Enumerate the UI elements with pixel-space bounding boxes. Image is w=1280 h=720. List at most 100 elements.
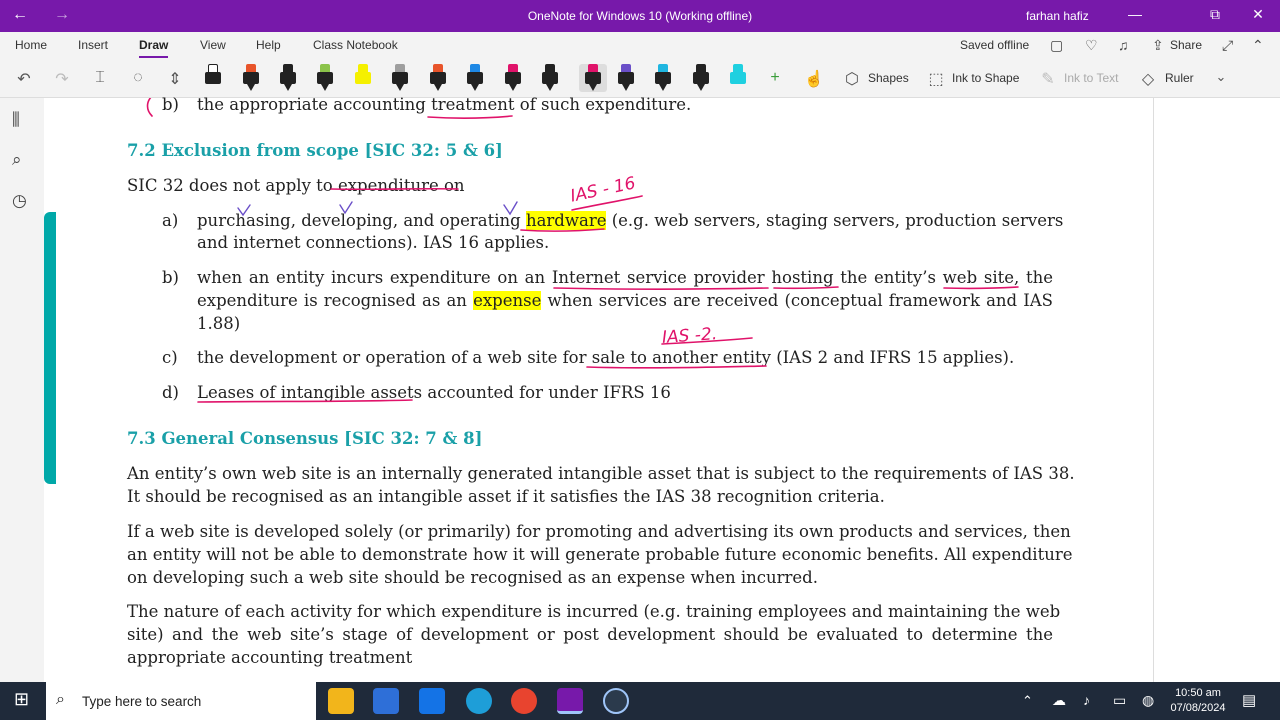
pen-icon[interactable] <box>242 64 260 92</box>
shapes-icon[interactable]: ⬡ <box>842 69 862 89</box>
pen-icon[interactable] <box>692 64 710 92</box>
ink-to-text-button: Ink to Text <box>1064 71 1119 85</box>
ink-annotation[interactable]: IAS -2. <box>661 324 717 348</box>
search-icon: ⌕ <box>56 691 65 708</box>
share-button[interactable]: Share <box>1170 38 1202 52</box>
pen-icon[interactable] <box>504 64 522 92</box>
pen-selected-icon[interactable] <box>579 64 607 92</box>
type-select-icon[interactable]: ⌶ <box>90 69 110 87</box>
pen-icon[interactable] <box>617 64 635 92</box>
lasso-select-icon[interactable]: ◌ <box>128 69 148 87</box>
cortana-icon[interactable] <box>603 688 629 714</box>
file-explorer-icon[interactable] <box>328 688 354 714</box>
tab-view[interactable]: View <box>200 38 226 52</box>
list-item-text: and internet connections). IAS 16 applie… <box>197 233 550 252</box>
store-icon[interactable] <box>373 688 399 714</box>
collapse-ribbon-icon[interactable]: ⌃ <box>1252 37 1264 54</box>
section-heading: 7.3 General Consensus [SIC 32: 7 & 8] <box>127 429 483 448</box>
edge-icon[interactable] <box>466 688 492 714</box>
user-name[interactable]: farhan hafiz <box>1026 9 1089 23</box>
list-item-text: expenditure is recognised as an expense … <box>197 291 1053 310</box>
minimize-icon[interactable]: — <box>1125 6 1145 22</box>
add-pen-icon[interactable]: + <box>765 69 785 87</box>
pencil-icon[interactable] <box>391 64 409 92</box>
title-bar: ← → OneNote for Windows 10 (Working offl… <box>0 0 1280 32</box>
ink-to-shape-button[interactable]: Ink to Shape <box>952 71 1019 85</box>
taskbar-search[interactable]: ⌕ Type here to search <box>46 682 316 720</box>
lightbulb-icon[interactable]: ♡ <box>1085 37 1098 54</box>
microphone-icon[interactable]: ♪ <box>1083 692 1090 708</box>
battery-icon[interactable]: ▭ <box>1113 692 1126 709</box>
restore-icon[interactable]: ⧉ <box>1205 6 1225 23</box>
clock-date: 07/08/2024 <box>1170 702 1226 714</box>
paragraph: An entity’s own web site is an internall… <box>127 464 1075 483</box>
ink-to-shape-icon[interactable]: ⬚ <box>926 69 946 89</box>
draw-toolbar: ↶ ↷ ⌶ ◌ ⇕ + ☝ ⬡ Shapes ⬚ Ink to Shape ✎ … <box>0 60 1280 98</box>
paragraph: an entity will not be able to demonstrat… <box>127 545 1073 564</box>
list-item-text: the appropriate accounting treatment of … <box>197 95 692 114</box>
windows-taskbar: ⊞ ⌕ Type here to search ⌃ ☁ ♪ ▭ ◍ 10:50 … <box>0 682 1280 720</box>
notebooks-icon[interactable]: ▢ <box>1050 37 1063 54</box>
paragraph: If a web site is developed solely (or pr… <box>127 522 1071 541</box>
pen-icon[interactable] <box>654 64 672 92</box>
pen-icon[interactable] <box>429 64 447 92</box>
chrome-icon[interactable] <box>511 688 537 714</box>
paragraph: site) and the web site’s stage of develo… <box>127 625 1053 644</box>
tab-draw[interactable]: Draw <box>139 38 169 58</box>
windows-start-icon[interactable]: ⊞ <box>14 689 29 710</box>
notifications-icon[interactable]: ▤ <box>1242 691 1256 709</box>
list-label: b) <box>162 268 179 287</box>
paragraph: SIC 32 does not apply to expenditure on <box>127 176 465 195</box>
clock[interactable]: 10:50 am 07/08/2024 <box>1170 686 1226 716</box>
list-item-text: Leases of intangible assets accounted fo… <box>197 383 671 402</box>
list-label: c) <box>162 348 178 367</box>
redo-icon[interactable]: ↷ <box>52 69 72 89</box>
cloud-icon[interactable]: ☁ <box>1052 692 1066 709</box>
tab-home[interactable]: Home <box>15 38 47 52</box>
page-canvas[interactable]: b) the appropriate accounting treatment … <box>0 95 1280 682</box>
list-item-text: the development or operation of a web si… <box>197 348 1015 367</box>
list-label: d) <box>162 383 179 402</box>
highlighter-icon[interactable] <box>729 64 747 92</box>
clock-time: 10:50 am <box>1175 687 1221 699</box>
paragraph: It should be recognised as an intangible… <box>127 487 885 506</box>
tab-help[interactable]: Help <box>256 38 281 52</box>
onenote-icon[interactable] <box>557 688 583 714</box>
list-label: b) <box>162 95 179 114</box>
undo-icon[interactable]: ↶ <box>14 69 34 89</box>
pen-icon[interactable] <box>466 64 484 92</box>
chevron-down-icon[interactable]: ⌄ <box>1211 69 1231 85</box>
list-item-text: 1.88) <box>197 314 241 333</box>
pen-icon[interactable] <box>316 64 334 92</box>
paragraph: on developing such a web site should be … <box>127 568 818 587</box>
ribbon-tabs: Home Insert Draw View Help Class Noteboo… <box>0 32 1280 60</box>
fullscreen-icon[interactable]: ⤢ <box>1222 37 1233 54</box>
ink-to-text-icon: ✎ <box>1041 71 1055 88</box>
chevron-up-icon[interactable]: ⌃ <box>1022 693 1033 709</box>
eraser-icon[interactable] <box>204 64 222 92</box>
bell-icon[interactable]: ♫ <box>1118 37 1129 53</box>
tab-insert[interactable]: Insert <box>78 38 108 52</box>
ruler-button[interactable]: Ruler <box>1165 71 1194 85</box>
ruler-icon[interactable]: ◇ <box>1138 69 1158 89</box>
paragraph: The nature of each activity for which ex… <box>127 602 1061 621</box>
section-heading: 7.2 Exclusion from scope [SIC 32: 5 & 6] <box>127 141 503 160</box>
network-globe-icon[interactable]: ◍ <box>1142 692 1154 709</box>
highlighter-icon[interactable] <box>354 64 372 92</box>
paragraph: appropriate accounting treatment <box>127 648 413 667</box>
sync-status: Saved offline <box>960 38 1030 52</box>
search-placeholder: Type here to search <box>82 694 202 709</box>
touch-drawing-icon[interactable]: ☝ <box>804 69 824 89</box>
list-item-text: when an entity incurs expenditure on an … <box>197 268 1053 287</box>
close-icon[interactable]: ✕ <box>1248 6 1268 23</box>
pen-icon[interactable] <box>279 64 297 92</box>
tab-class-notebook[interactable]: Class Notebook <box>313 38 398 52</box>
list-label: a) <box>162 211 179 230</box>
shapes-button[interactable]: Shapes <box>868 71 909 85</box>
list-item-text: purchasing, developing, and operating ha… <box>197 211 1064 230</box>
share-icon[interactable]: ⇪ <box>1152 37 1164 54</box>
mail-icon[interactable] <box>419 688 445 714</box>
add-space-icon[interactable]: ⇕ <box>165 69 185 89</box>
ink-annotation[interactable]: IAS - 16 <box>569 173 638 206</box>
pen-icon[interactable] <box>541 64 559 92</box>
